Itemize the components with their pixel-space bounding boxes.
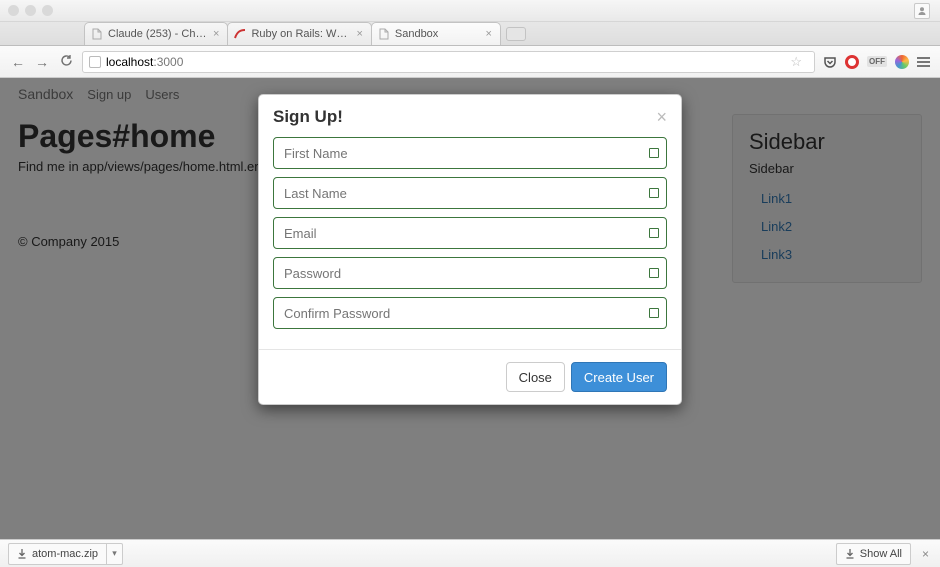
confirm-password-field[interactable]	[273, 297, 667, 329]
pocket-icon[interactable]	[823, 55, 837, 69]
download-icon	[17, 548, 27, 560]
page-icon	[378, 28, 390, 40]
url-host: localhost	[106, 55, 153, 69]
download-item[interactable]: atom-mac.zip ▾	[8, 543, 123, 565]
browser-toolbar: ← → localhost:3000 ☆ OFF	[0, 46, 940, 78]
close-icon[interactable]: ×	[656, 108, 667, 126]
browser-tab[interactable]: Ruby on Rails: What is the ×	[227, 22, 371, 45]
window-controls	[8, 5, 53, 16]
off-badge-icon[interactable]: OFF	[867, 56, 887, 67]
window-titlebar	[0, 0, 940, 22]
chrome-profile-icon[interactable]	[914, 3, 930, 19]
reload-button[interactable]	[58, 54, 74, 70]
adblock-icon[interactable]	[845, 55, 859, 69]
tab-title: Claude (253) - Charmig cl	[108, 28, 208, 40]
new-tab-button[interactable]	[506, 27, 526, 41]
valid-icon	[649, 308, 659, 318]
tab-title: Ruby on Rails: What is the	[251, 28, 351, 40]
valid-icon	[649, 228, 659, 238]
valid-icon	[649, 188, 659, 198]
chevron-down-icon[interactable]: ▾	[106, 544, 122, 564]
create-user-button[interactable]: Create User	[571, 362, 667, 392]
back-button[interactable]: ←	[10, 54, 26, 70]
bookmark-icon[interactable]: ☆	[790, 54, 802, 70]
window-zoom[interactable]	[42, 5, 53, 16]
tab-title: Sandbox	[395, 28, 438, 40]
email-field[interactable]	[273, 217, 667, 249]
page-icon	[91, 28, 103, 40]
valid-icon	[649, 148, 659, 158]
close-icon[interactable]: ×	[213, 28, 219, 40]
url-rest: :3000	[153, 55, 183, 69]
chrome-menu-icon[interactable]	[917, 57, 930, 67]
colorpicker-icon[interactable]	[895, 55, 909, 69]
forward-button[interactable]: →	[34, 54, 50, 70]
window-minimize[interactable]	[25, 5, 36, 16]
browser-tab-active[interactable]: Sandbox ×	[371, 22, 501, 45]
close-icon[interactable]: ×	[919, 547, 932, 561]
show-all-downloads[interactable]: Show All	[836, 543, 911, 565]
show-all-label: Show All	[860, 548, 902, 560]
last-name-field[interactable]	[273, 177, 667, 209]
download-bar: atom-mac.zip ▾ Show All ×	[0, 539, 940, 567]
download-filename: atom-mac.zip	[32, 548, 98, 560]
site-info-icon[interactable]	[89, 56, 101, 68]
address-bar[interactable]: localhost:3000 ☆	[82, 51, 815, 73]
rails-icon	[234, 28, 246, 40]
download-icon	[845, 548, 855, 560]
close-icon[interactable]: ×	[356, 28, 362, 40]
first-name-field[interactable]	[273, 137, 667, 169]
window-close[interactable]	[8, 5, 19, 16]
browser-tabstrip: Claude (253) - Charmig cl × Ruby on Rail…	[0, 22, 940, 46]
modal-title: Sign Up!	[273, 107, 343, 127]
close-icon[interactable]: ×	[485, 28, 491, 40]
password-field[interactable]	[273, 257, 667, 289]
signup-modal: Sign Up! × Close Create User	[258, 94, 682, 405]
browser-tab[interactable]: Claude (253) - Charmig cl ×	[84, 22, 228, 45]
valid-icon	[649, 268, 659, 278]
close-button[interactable]: Close	[506, 362, 565, 392]
extension-icons: OFF	[823, 55, 930, 69]
